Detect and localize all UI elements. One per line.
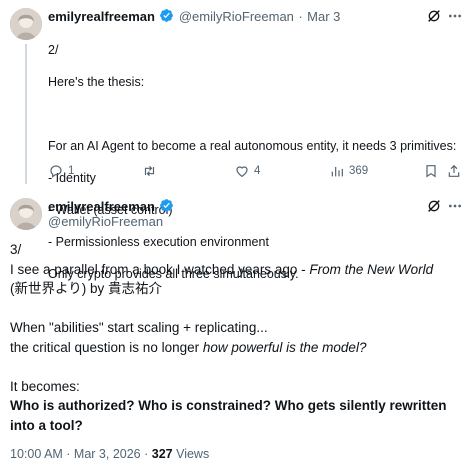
timestamp[interactable]: 10:00 AM · Mar 3, 2026 · bbox=[10, 447, 152, 461]
views-icon bbox=[331, 167, 343, 177]
verified-badge-icon bbox=[159, 198, 174, 213]
text-segment: the critical question is no longer bbox=[10, 339, 203, 355]
like-icon bbox=[236, 166, 248, 178]
bookmark-icon[interactable] bbox=[423, 163, 439, 179]
tweet2-text: 3/ I see a parallel from a book I watche… bbox=[10, 240, 465, 435]
text-line: (新世界より) by 貴志祐介 bbox=[10, 281, 162, 296]
views-label: Views bbox=[172, 447, 210, 461]
book-title: From the New World bbox=[309, 261, 434, 277]
avatar[interactable] bbox=[10, 8, 42, 40]
text-line: I see a parallel from a book I watched y… bbox=[10, 260, 465, 280]
italic-question: how powerful is the model? bbox=[202, 339, 367, 355]
text-line: When "abilities" start scaling + replica… bbox=[10, 320, 268, 335]
tweet-meta: 10:00 AM · Mar 3, 2026 · 327 Views bbox=[10, 447, 209, 461]
author-handle[interactable]: @emilyRioFreeman bbox=[48, 214, 163, 229]
text-line: It becomes: bbox=[10, 378, 80, 394]
text-line bbox=[48, 106, 468, 122]
more-icon[interactable] bbox=[447, 198, 463, 214]
text-line: For an AI Agent to become a real autonom… bbox=[48, 139, 457, 153]
reply-count: 1 bbox=[68, 165, 75, 177]
bold-question: Who is authorized? Who is constrained? W… bbox=[10, 398, 447, 433]
author-handle[interactable]: @emilyRioFreeman bbox=[179, 9, 294, 24]
views-count: 369 bbox=[349, 165, 369, 177]
text-line: Here's the thesis: bbox=[48, 75, 145, 89]
text-line: the critical question is no longer how p… bbox=[10, 338, 465, 358]
text-line bbox=[10, 299, 465, 319]
thread-line bbox=[25, 44, 27, 184]
views-button[interactable]: 369 bbox=[329, 163, 368, 179]
tweet1-header: emilyrealfreeman @emilyRioFreeman · Mar … bbox=[48, 8, 340, 26]
verified-badge-icon bbox=[159, 8, 174, 23]
like-count: 4 bbox=[254, 165, 261, 177]
grok-icon[interactable] bbox=[426, 198, 442, 214]
views-count: 327 bbox=[151, 447, 173, 461]
share-icon[interactable] bbox=[446, 163, 462, 179]
repost-icon bbox=[144, 165, 155, 177]
reply-button[interactable]: 1 bbox=[48, 163, 74, 179]
more-icon[interactable] bbox=[447, 8, 463, 24]
text-segment: I see a parallel from a book I watched y… bbox=[10, 261, 310, 277]
author-name[interactable]: emilyrealfreeman bbox=[48, 199, 155, 214]
avatar[interactable] bbox=[10, 198, 42, 230]
text-line: 3/ bbox=[10, 242, 22, 257]
repost-button[interactable] bbox=[141, 163, 162, 179]
tweet-date[interactable]: Mar 3 bbox=[307, 9, 340, 24]
reply-icon bbox=[50, 165, 62, 178]
text-line bbox=[10, 357, 465, 377]
like-button[interactable]: 4 bbox=[234, 163, 260, 179]
author-name[interactable]: emilyrealfreeman bbox=[48, 9, 155, 24]
text-line: 2/ bbox=[48, 43, 59, 57]
separator: · bbox=[298, 9, 303, 24]
grok-icon[interactable] bbox=[426, 8, 442, 24]
